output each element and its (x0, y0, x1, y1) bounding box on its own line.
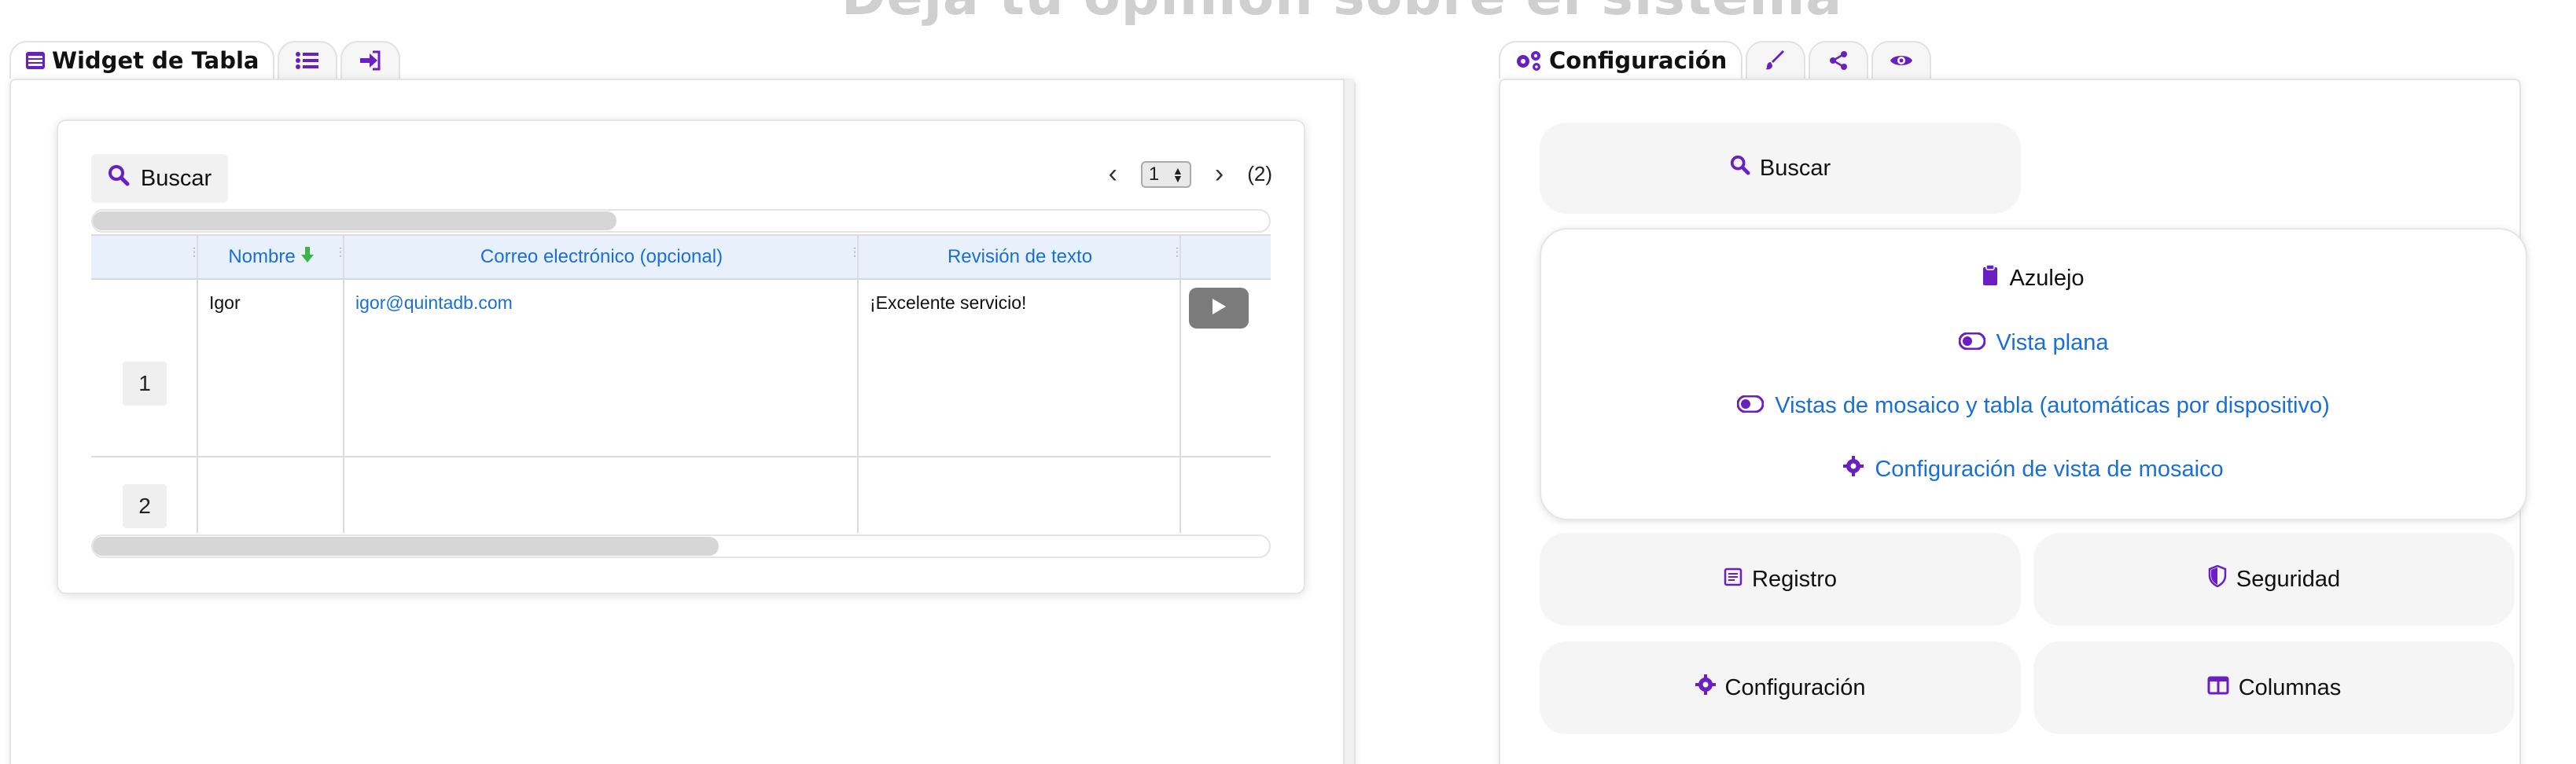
play-icon (1210, 297, 1227, 320)
tab-table-widget[interactable]: Widget de Tabla (9, 41, 275, 79)
column-resize-handle[interactable]: ⋮ (189, 246, 200, 267)
security-button[interactable]: Seguridad (2033, 533, 2515, 626)
toggle-icon (1736, 393, 1765, 419)
log-button-label: Registro (1752, 566, 1837, 592)
list-icon (296, 51, 319, 70)
header-rownum (91, 236, 198, 280)
header-email[interactable]: Correo electrónico (opcional) (344, 236, 859, 280)
spinner-icon: ▲ ▼ (1172, 163, 1183, 185)
search-icon (108, 164, 130, 193)
shield-icon (2208, 564, 2227, 593)
row-number[interactable]: 2 (123, 484, 167, 528)
tab-sign-in[interactable] (340, 41, 401, 79)
scrollbar-thumb[interactable] (93, 537, 719, 556)
search-button-label: Buscar (140, 165, 212, 191)
panel-resize-handle[interactable] (1343, 79, 1354, 764)
bottom-horizontal-scrollbar[interactable] (91, 534, 1271, 558)
table-card: Buscar ‹ 1 ▲ ▼ › (2) Nombre Correo electr… (57, 119, 1305, 594)
flat-view-label: Vista plana (1996, 330, 2109, 355)
columns-button[interactable]: Columnas (2033, 641, 2515, 734)
tile-table-views-label: Vistas de mosaico y tabla (automáticas p… (1775, 393, 2330, 418)
search-button[interactable]: Buscar (91, 154, 228, 203)
tile-view-settings-label: Configuración de vista de mosaico (1875, 456, 2224, 482)
brush-icon (1765, 50, 1786, 71)
tile-title-label: Azulejo (2009, 265, 2085, 291)
header-name-label: Nombre (228, 246, 296, 267)
search-icon (1730, 155, 1750, 182)
share-icon (1828, 50, 1849, 71)
settings-search-label: Buscar (1759, 155, 1831, 181)
grid-divider (91, 456, 1271, 457)
tab-preview[interactable] (1871, 41, 1932, 79)
header-review[interactable]: Revisión de texto (859, 236, 1181, 280)
chevron-right-icon[interactable]: › (1215, 159, 1224, 189)
sign-in-icon (359, 50, 382, 71)
scrollbar-thumb[interactable] (93, 211, 616, 230)
tab-list[interactable] (278, 41, 338, 79)
cell-name[interactable]: Igor (209, 292, 241, 314)
tab-configuration-label: Configuración (1549, 47, 1728, 74)
gears-icon (1514, 50, 1543, 72)
pagination: ‹ 1 ▲ ▼ › (2) (1109, 159, 1272, 189)
grid-divider (1179, 236, 1181, 533)
clipboard-icon (1982, 264, 1998, 292)
gear-icon (1695, 674, 1716, 701)
tile-title: Azulejo (1541, 264, 2526, 292)
sort-arrow-down-icon[interactable] (300, 246, 315, 269)
security-button-label: Seguridad (2236, 566, 2341, 592)
cell-review[interactable]: ¡Excelente servicio! (870, 292, 1026, 314)
page-select-value: 1 (1148, 163, 1160, 185)
left-tabbar: Widget de Tabla (9, 41, 401, 79)
column-resize-handle[interactable]: ⋮ (1172, 246, 1183, 267)
header-email-label: Correo electrónico (opcional) (480, 246, 723, 267)
header-actions (1181, 236, 1271, 280)
tab-share[interactable] (1809, 41, 1869, 79)
total-count: (2) (1247, 162, 1272, 185)
columns-icon (2207, 675, 2229, 701)
grid-divider (197, 236, 198, 533)
log-icon (1724, 567, 1742, 593)
column-resize-handle[interactable]: ⋮ (849, 246, 860, 267)
grid-divider (343, 236, 344, 533)
configuration-button[interactable]: Configuración (1540, 641, 2021, 734)
configuration-button-label: Configuración (1724, 674, 1866, 700)
page-heading: Deja tu opinión sobre el sistema (841, 0, 1842, 28)
header-name[interactable]: Nombre (198, 236, 344, 280)
eye-icon (1890, 52, 1913, 69)
settings-search-button[interactable]: Buscar (1540, 123, 2021, 214)
gear-icon (1843, 456, 1864, 483)
tile-settings-card: Azulejo Vista plana Vistas de mosaico y … (1540, 228, 2527, 520)
chevron-left-icon[interactable]: ‹ (1109, 159, 1117, 189)
column-resize-handle[interactable]: ⋮ (335, 246, 346, 267)
columns-button-label: Columnas (2238, 674, 2342, 700)
tile-view-settings-link[interactable]: Configuración de vista de mosaico (1541, 456, 2526, 483)
top-horizontal-scrollbar[interactable] (91, 209, 1271, 233)
tab-table-widget-label: Widget de Tabla (52, 47, 259, 74)
play-button[interactable] (1189, 288, 1249, 329)
tab-configuration[interactable]: Configuración (1499, 41, 1743, 79)
page-select[interactable]: 1 ▲ ▼ (1140, 160, 1191, 188)
data-grid: Nombre Correo electrónico (opcional) Rev… (91, 234, 1271, 533)
cell-email[interactable]: igor@quintadb.com (355, 292, 513, 314)
flat-view-toggle[interactable]: Vista plana (1541, 330, 2526, 356)
row-number[interactable]: 1 (123, 362, 167, 406)
tile-table-views-toggle[interactable]: Vistas de mosaico y tabla (automáticas p… (1541, 393, 2526, 419)
table-icon (25, 51, 46, 70)
toggle-icon (1958, 330, 1986, 356)
grid-divider (857, 236, 859, 533)
header-review-label: Revisión de texto (947, 246, 1093, 267)
tab-appearance[interactable] (1746, 41, 1806, 79)
log-button[interactable]: Registro (1540, 533, 2021, 626)
right-tabbar: Configuración (1499, 41, 1932, 79)
